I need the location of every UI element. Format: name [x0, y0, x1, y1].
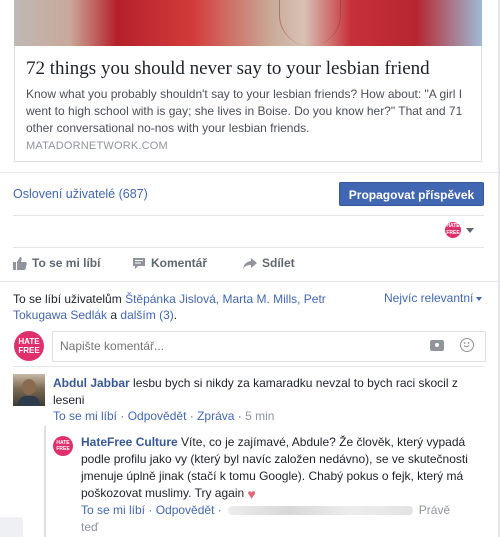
comment-label: Komentář	[151, 256, 208, 270]
comment-author[interactable]: Abdul Jabbar	[53, 376, 130, 390]
reply-author[interactable]: HateFree Culture	[81, 435, 178, 449]
avatar-text: HATE FREE	[56, 440, 70, 452]
smile-glyph	[463, 342, 470, 348]
comment-time[interactable]: 5 min	[245, 409, 274, 423]
comment-sort-dropdown[interactable]: Nejvíc relevantní	[384, 291, 483, 305]
like-button[interactable]: To se mi líbí	[13, 256, 100, 270]
likes-conj: a	[107, 308, 121, 322]
promote-post-button[interactable]: Propagovat příspěvek	[339, 182, 484, 206]
link-title[interactable]: 72 things you should never say to your l…	[26, 58, 430, 80]
comment-body: Abdul Jabbar lesbu bych si nikdy za kama…	[53, 375, 473, 409]
camera-icon[interactable]	[430, 340, 444, 351]
page-selector-avatar[interactable]: HATE FREE	[445, 222, 461, 238]
reply-reply-link[interactable]: Odpovědět	[156, 503, 215, 517]
chat-tab-corner[interactable]	[0, 517, 23, 537]
comment-meta: To se mi líbí · Odpovědět · Zpráva · 5 m…	[53, 409, 275, 423]
post-actions: To se mi líbí Komentář Sdílet	[0, 247, 498, 281]
current-page-avatar: HATE FREE	[14, 331, 44, 361]
like-label: To se mi líbí	[32, 256, 101, 270]
commenter-avatar[interactable]	[13, 374, 45, 406]
likes-suffix: .	[173, 308, 178, 322]
thumbs-up-icon	[13, 256, 27, 270]
comment-input-box[interactable]	[52, 331, 486, 362]
link-description: Know what you probably shouldn't say to …	[26, 87, 463, 135]
sort-label: Nejvíc relevantní	[384, 291, 474, 305]
likes-prefix: To se líbí uživatelům	[13, 292, 122, 306]
comment-icon	[133, 257, 145, 269]
link-preview[interactable]: 72 things you should never say to your l…	[14, 46, 482, 162]
reach-count-link[interactable]: Oslovení uživatelé (687)	[13, 187, 148, 201]
link-domain: MATADORNETWORK.COM	[26, 140, 168, 152]
reply-like-link[interactable]: To se mi líbí	[81, 503, 145, 517]
chevron-down-icon[interactable]	[466, 228, 474, 233]
comment-report-link[interactable]: Zpráva	[197, 409, 234, 423]
divider	[13, 366, 484, 367]
avatar-text: HATE FREE	[18, 337, 40, 355]
likes-others-link[interactable]: dalším (3)	[120, 308, 173, 322]
dropdown-caret-icon	[476, 296, 483, 301]
divider	[13, 215, 484, 216]
reply-author-avatar[interactable]: HATE FREE	[53, 436, 73, 456]
likes-summary: To se líbí uživatelům Štěpánka Jislová, …	[13, 291, 358, 323]
reply-meta: To se mi líbí · Odpovědět · Právě teď	[81, 503, 451, 534]
comment-input[interactable]	[53, 332, 410, 359]
comment-reply-link[interactable]: Odpovědět	[128, 409, 187, 423]
redacted-text	[227, 506, 413, 516]
comment-button[interactable]: Komentář	[132, 256, 207, 270]
share-button[interactable]: Sdílet	[243, 256, 295, 270]
reply-body: HateFree Culture Víte, co je zajímavé, A…	[81, 434, 473, 502]
page-avatar-text: HATE FREE	[446, 223, 460, 236]
necklace-detail	[279, 0, 341, 46]
share-arrow-icon	[243, 257, 257, 269]
heart-icon: ♥	[247, 485, 256, 502]
divider	[0, 281, 498, 282]
share-label: Sdílet	[262, 256, 295, 270]
emoji-icon[interactable]	[460, 338, 474, 352]
link-preview-image[interactable]	[14, 0, 482, 46]
comment-like-link[interactable]: To se mi líbí	[53, 409, 117, 423]
post-card: 72 things you should never say to your l…	[0, 0, 500, 537]
divider	[0, 172, 498, 173]
